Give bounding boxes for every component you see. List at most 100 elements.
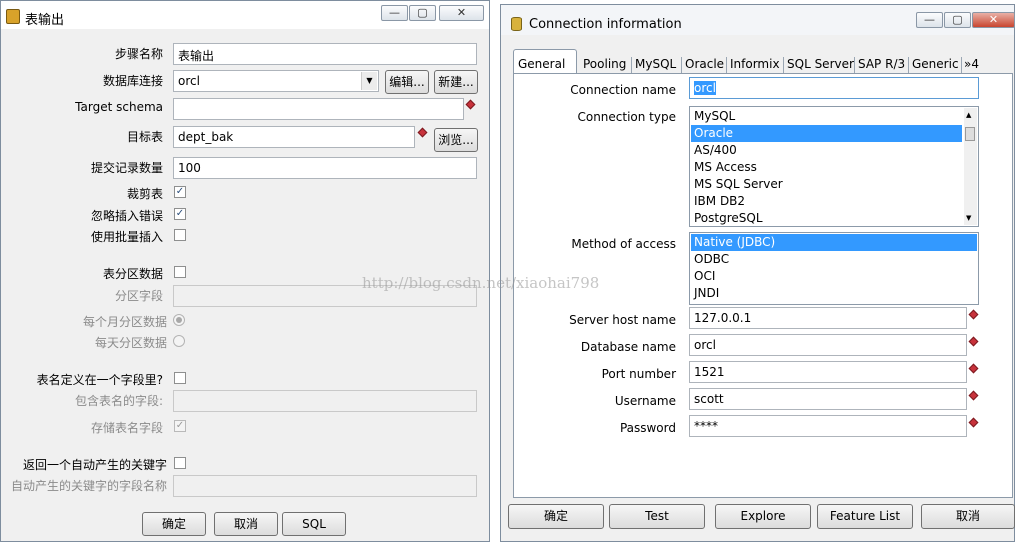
scroll-up-icon[interactable]: ▲	[966, 111, 971, 119]
port-number-input[interactable]: 1521	[689, 361, 967, 383]
partition-field-label: 分区字段	[114, 289, 163, 303]
tab-pooling[interactable]: Pooling	[583, 55, 626, 75]
partition-monthly-label: 每个月分区数据	[82, 315, 167, 329]
watermark-text: http://blog.csdn.net/xiaohai798	[362, 274, 600, 292]
table-name-in-field-label: 表名定义在一个字段里?	[36, 373, 163, 387]
tab-informix[interactable]: Informix	[730, 55, 780, 75]
batch-insert-checkbox[interactable]	[174, 229, 186, 241]
table-name-in-field-checkbox[interactable]	[174, 372, 186, 384]
cancel-button[interactable]: 取消	[214, 512, 278, 536]
connection-type-item[interactable]: PostgreSQL	[691, 210, 962, 226]
connection-type-item[interactable]: MS SQL Server	[691, 176, 962, 193]
connection-type-item[interactable]: MS Access	[691, 159, 962, 176]
db-connection-select[interactable]: orcl ▼	[173, 70, 379, 92]
tab-general[interactable]: General	[513, 49, 577, 74]
scrollbar[interactable]: ▲ ▼	[964, 108, 977, 225]
commit-size-input[interactable]: 100	[173, 157, 477, 179]
connection-name-value: orcl	[694, 81, 716, 95]
tab-separator	[854, 57, 855, 73]
tab-separator	[631, 57, 632, 73]
batch-insert-label: 使用批量插入	[90, 230, 163, 244]
target-table-input[interactable]: dept_bak	[173, 126, 415, 148]
tab-mysql[interactable]: MySQL	[635, 55, 676, 75]
connection-type-items: MySQL Oracle AS/400 MS Access MS SQL Server I…	[691, 108, 962, 226]
access-method-item[interactable]: Native (JDBC)	[691, 234, 977, 251]
required-marker-icon	[465, 99, 476, 110]
tab-general-label: General	[518, 57, 566, 71]
field-with-table-name-label: 包含表名的字段:	[74, 394, 163, 408]
radio-selected-dot	[176, 317, 182, 323]
app-icon	[6, 9, 20, 24]
ignore-errors-checkbox[interactable]: ✓	[174, 208, 186, 220]
new-connection-button[interactable]: 新建...	[434, 70, 478, 94]
partition-daily-radio	[173, 335, 185, 347]
required-marker-icon	[417, 127, 428, 138]
connection-type-list[interactable]: MySQL Oracle AS/400 MS Access MS SQL Server I…	[689, 106, 979, 227]
ok-button[interactable]: 确定	[142, 512, 206, 536]
truncate-table-checkbox[interactable]: ✓	[174, 186, 186, 198]
username-label: Username	[614, 394, 676, 408]
browse-table-button[interactable]: 浏览...	[434, 128, 478, 152]
connection-name-input[interactable]: orcl	[689, 77, 979, 99]
explore-button[interactable]: Explore	[715, 504, 811, 529]
connection-type-label: Connection type	[577, 110, 676, 124]
target-schema-input[interactable]	[173, 98, 464, 120]
scroll-thumb[interactable]	[965, 127, 975, 141]
access-method-item[interactable]: OCI	[691, 268, 977, 285]
tab-separator	[726, 57, 727, 73]
return-key-field-input	[173, 475, 477, 497]
connection-type-item[interactable]: Oracle	[691, 125, 962, 142]
connection-type-item[interactable]: MySQL	[691, 108, 962, 125]
minimize-button[interactable]: —	[381, 5, 408, 21]
access-method-item[interactable]: ODBC	[691, 251, 977, 268]
close-button[interactable]: ✕	[972, 12, 1015, 28]
db-connection-value: orcl	[178, 74, 200, 88]
window-title: 表输出	[25, 13, 65, 28]
partition-daily-label: 每天分区数据	[94, 336, 167, 350]
server-host-label: Server host name	[569, 313, 676, 327]
cancel-button[interactable]: 取消	[921, 504, 1015, 529]
feature-list-button[interactable]: Feature List	[817, 504, 913, 529]
connection-type-item[interactable]: IBM DB2	[691, 193, 962, 210]
tab-overflow[interactable]: »4	[964, 55, 979, 75]
step-name-input[interactable]: 表输出	[173, 43, 477, 65]
connection-name-label: Connection name	[570, 83, 676, 97]
connection-type-item[interactable]: AS/400	[691, 142, 962, 159]
store-table-name-label: 存储表名字段	[90, 421, 163, 435]
ok-button[interactable]: 确定	[508, 504, 604, 529]
truncate-table-label: 裁剪表	[126, 187, 163, 201]
partition-monthly-radio	[173, 314, 185, 326]
table-output-dialog: 表输出 — ▢ ✕ 步骤名称 表输出 数据库连接 orcl ▼ 编辑... 新建…	[0, 0, 490, 542]
return-key-checkbox[interactable]	[174, 457, 186, 469]
connection-information-dialog: Connection information — ▢ ✕ General Poo…	[500, 4, 1015, 542]
password-input[interactable]: ****	[689, 415, 967, 437]
target-schema-label: Target schema	[75, 100, 163, 114]
tab-sql-server[interactable]: SQL Server	[787, 55, 854, 75]
close-button[interactable]: ✕	[439, 5, 484, 21]
server-host-input[interactable]: 127.0.0.1	[689, 307, 967, 329]
sql-button[interactable]: SQL	[282, 512, 346, 536]
tab-separator	[908, 57, 909, 73]
edit-connection-button[interactable]: 编辑...	[385, 70, 429, 94]
scroll-down-icon[interactable]: ▼	[966, 214, 971, 222]
database-name-input[interactable]: orcl	[689, 334, 967, 356]
database-icon	[511, 17, 522, 31]
chevron-down-icon[interactable]: ▼	[361, 72, 377, 90]
database-name-label: Database name	[580, 340, 676, 354]
db-connection-label: 数据库连接	[102, 74, 163, 88]
tab-generic[interactable]: Generic	[912, 55, 959, 75]
tab-sap-r3[interactable]: SAP R/3	[858, 55, 905, 75]
port-number-label: Port number	[601, 367, 676, 381]
maximize-button[interactable]: ▢	[409, 5, 436, 21]
tab-oracle[interactable]: Oracle	[685, 55, 724, 75]
access-method-item[interactable]: JNDI	[691, 285, 977, 302]
partition-checkbox[interactable]	[174, 266, 186, 278]
tab-separator	[961, 57, 962, 73]
step-name-label: 步骤名称	[114, 47, 163, 61]
method-of-access-list[interactable]: Native (JDBC) ODBC OCI JNDI	[689, 232, 979, 305]
ignore-errors-label: 忽略插入错误	[90, 209, 163, 223]
minimize-button[interactable]: —	[916, 12, 943, 28]
username-input[interactable]: scott	[689, 388, 967, 410]
test-button[interactable]: Test	[609, 504, 705, 529]
maximize-button[interactable]: ▢	[944, 12, 971, 28]
